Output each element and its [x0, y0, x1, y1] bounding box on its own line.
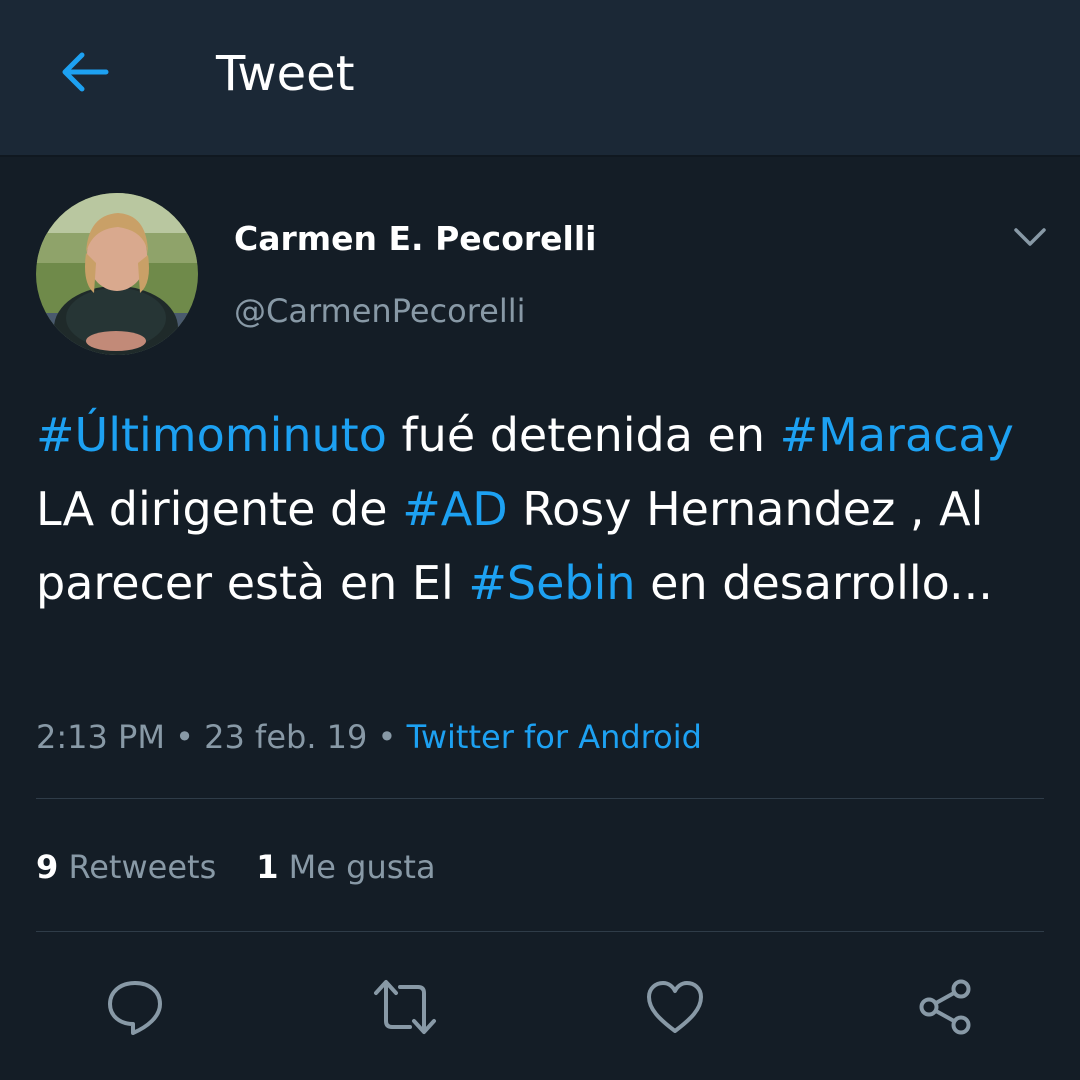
share-icon	[919, 979, 971, 1035]
heart-icon	[647, 981, 703, 1033]
back-button[interactable]	[52, 40, 116, 104]
hashtag-link[interactable]: #AD	[402, 482, 507, 536]
meta-separator: •	[175, 718, 194, 756]
like-button[interactable]	[640, 972, 710, 1042]
tweet-text: #Últimominuto fué detenida en #Maracay L…	[36, 398, 1046, 620]
retweet-button[interactable]	[370, 972, 440, 1042]
arrow-left-icon	[62, 52, 109, 92]
likes-count: 1	[256, 848, 279, 886]
tweet-date: 23 feb. 19	[204, 718, 368, 756]
retweets-label: Retweets	[68, 848, 217, 886]
reply-icon	[108, 981, 162, 1035]
tweet-text-segment: fué detenida en	[386, 408, 780, 462]
retweet-icon	[374, 980, 436, 1034]
divider	[36, 931, 1044, 932]
reply-button[interactable]	[100, 972, 170, 1042]
share-button[interactable]	[910, 972, 980, 1042]
tweet-source-link[interactable]: Twitter for Android	[407, 718, 702, 756]
likes-label: Me gusta	[288, 848, 436, 886]
likes-stat[interactable]: 1 Me gusta	[256, 848, 435, 886]
author-display-name[interactable]: Carmen E. Pecorelli	[234, 216, 596, 262]
avatar-image	[36, 193, 198, 355]
chevron-down-icon	[1014, 228, 1046, 246]
hashtag-link[interactable]: #Sebin	[468, 556, 635, 610]
divider	[36, 798, 1044, 799]
meta-separator: •	[377, 718, 397, 756]
avatar[interactable]	[36, 193, 198, 355]
app-bar: Tweet	[0, 0, 1080, 157]
retweets-stat[interactable]: 9 Retweets	[36, 848, 216, 886]
hashtag-link[interactable]: #Últimominuto	[36, 408, 387, 462]
tweet-stats: 9 Retweets 1 Me gusta	[36, 842, 436, 892]
tweet-text-segment: LA dirigente de	[36, 482, 403, 536]
author-handle[interactable]: @CarmenPecorelli	[234, 288, 526, 334]
tweet-options-button[interactable]	[1008, 215, 1052, 259]
hashtag-link[interactable]: #Maracay	[780, 408, 1014, 462]
page-title: Tweet	[216, 46, 355, 102]
tweet-time: 2:13 PM	[36, 718, 165, 756]
tweet-actions-bar	[0, 962, 1080, 1052]
tweet-meta: 2:13 PM • 23 feb. 19 • Twitter for Andro…	[36, 712, 702, 762]
tweet-text-segment: en desarrollo...	[635, 556, 993, 610]
retweets-count: 9	[36, 848, 59, 886]
